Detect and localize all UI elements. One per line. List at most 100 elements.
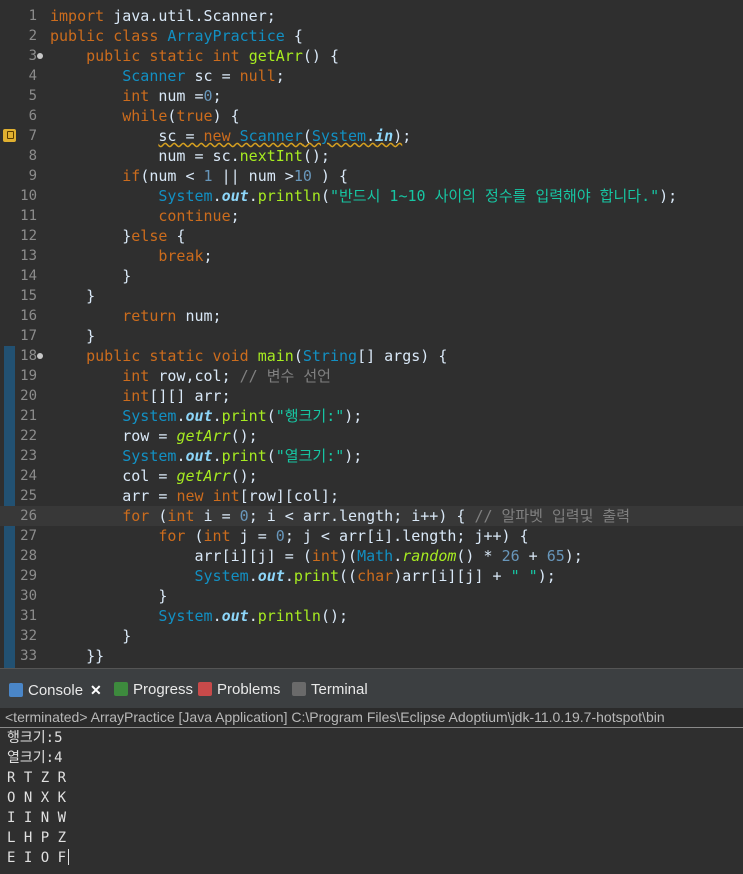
code-token: else: [131, 227, 168, 245]
code-token: "행크기:": [275, 407, 345, 425]
line-number: 14: [20, 268, 37, 284]
code-line[interactable]: 24 col = getArr();: [0, 466, 743, 486]
code-text: import java.util.Scanner;: [50, 6, 276, 26]
code-line[interactable]: 16 return num;: [0, 306, 743, 326]
code-token: for: [122, 507, 150, 525]
code-line[interactable]: 23 System.out.print("열크기:");: [0, 446, 743, 466]
code-token: main: [257, 347, 294, 365]
code-line[interactable]: 21 System.out.print("행크기:");: [0, 406, 743, 426]
line-number: 3: [28, 48, 37, 64]
code-token: () {: [302, 47, 339, 65]
code-line[interactable]: 14 }: [0, 266, 743, 286]
problems-icon: [198, 682, 212, 696]
code-line[interactable]: 10 System.out.println("반드시 1~10 사이의 정수를 …: [0, 186, 743, 206]
line-number: 24: [20, 468, 37, 484]
code-line[interactable]: 6 while(true) {: [0, 106, 743, 126]
code-token: (: [149, 507, 168, 525]
console-output[interactable]: 행크기:5 열크기:4 R T Z R O N X K I I N W L H P Z E …: [0, 728, 743, 874]
line-number: 5: [28, 88, 37, 104]
fold-toggle-icon[interactable]: [37, 53, 43, 59]
code-line[interactable]: 9 if(num < 1 || num >10 ) {: [0, 166, 743, 186]
code-line[interactable]: 31 System.out.println();: [0, 606, 743, 626]
code-line[interactable]: 22 row = getArr();: [0, 426, 743, 446]
code-token: 10: [293, 167, 312, 185]
code-line[interactable]: 18 public static void main(String[] args…: [0, 346, 743, 366]
code-line[interactable]: 25 arr = new int[row][col];: [0, 486, 743, 506]
code-token: }: [50, 227, 132, 245]
code-token: ): [393, 127, 403, 145]
code-line[interactable]: 11 continue;: [0, 206, 743, 226]
tab-console[interactable]: Console ✕: [9, 669, 102, 709]
code-line[interactable]: 17 }: [0, 326, 743, 346]
code-token: .: [393, 547, 403, 565]
console-output-text: R T Z R: [7, 770, 67, 786]
console-output-line: R T Z R: [7, 768, 66, 788]
code-line[interactable]: 3 public static int getArr() {: [0, 46, 743, 66]
code-line[interactable]: 2 public class ArrayPractice {: [0, 26, 743, 46]
code-token: continue: [158, 207, 231, 225]
line-number: 2: [28, 28, 37, 44]
code-text: System.out.println("반드시 1~10 사이의 정수를 입력해…: [50, 186, 677, 206]
line-number: 16: [20, 308, 37, 324]
code-token: );: [344, 407, 363, 425]
code-line[interactable]: 15 }: [0, 286, 743, 306]
code-line[interactable]: 13 break;: [0, 246, 743, 266]
line-number: 15: [20, 288, 37, 304]
code-token: Scanner: [239, 127, 303, 145]
code-token: ;: [212, 87, 222, 105]
code-token: int: [203, 527, 231, 545]
code-token: ();: [230, 467, 258, 485]
code-token: arr =: [50, 487, 177, 505]
code-token: [row][col];: [239, 487, 339, 505]
code-token: random: [402, 547, 457, 565]
code-token: )arr[i][j] +: [393, 567, 511, 585]
code-token: (: [266, 447, 276, 465]
code-line[interactable]: 8 num = sc.nextInt();: [0, 146, 743, 166]
code-line[interactable]: 12 }else {: [0, 226, 743, 246]
tab-terminal-label: Terminal: [311, 681, 368, 698]
code-text: }: [50, 286, 95, 306]
code-line[interactable]: 26 for (int i = 0; i < arr.length; i++) …: [0, 506, 743, 526]
code-token: Math: [357, 547, 394, 565]
code-line[interactable]: 7 sc = new Scanner(System.in);: [0, 126, 743, 146]
line-number: 10: [20, 188, 37, 204]
code-token: );: [537, 567, 556, 585]
code-editor[interactable]: 1 import java.util.Scanner; 2 public class …: [0, 0, 743, 668]
tab-problems[interactable]: Problems: [198, 669, 280, 709]
code-token: [] args) {: [357, 347, 448, 365]
code-text: int num =0;: [50, 86, 222, 106]
code-token: "반드시 1~10 사이의 정수를 입력해야 합니다.": [329, 187, 660, 205]
code-line[interactable]: 5 int num =0;: [0, 86, 743, 106]
code-token: || num >: [212, 167, 294, 185]
code-token: }: [50, 327, 96, 345]
code-text: public static void main(String[] args) {: [50, 346, 447, 366]
code-token: .: [212, 447, 222, 465]
code-token: 26: [501, 547, 520, 565]
code-line[interactable]: 33 }}: [0, 646, 743, 666]
code-line[interactable]: 20 int[][] arr;: [0, 386, 743, 406]
code-line[interactable]: 28 arr[i][j] = (int)(Math.random() * 26 …: [0, 546, 743, 566]
tab-terminal[interactable]: Terminal: [292, 669, 368, 709]
code-line[interactable]: 29 System.out.print((char)arr[i][j] + " …: [0, 566, 743, 586]
tab-progress[interactable]: Progress: [114, 669, 193, 709]
code-line[interactable]: 30 }: [0, 586, 743, 606]
code-token: arr[i][j] = (: [50, 547, 312, 565]
close-icon[interactable]: ✕: [90, 682, 102, 698]
code-line[interactable]: 1 import java.util.Scanner;: [0, 6, 743, 26]
fold-toggle-icon[interactable]: [37, 353, 43, 359]
line-number: 25: [20, 488, 37, 504]
code-text: col = getArr();: [50, 466, 258, 486]
code-line[interactable]: 4 Scanner sc = null;: [0, 66, 743, 86]
bottom-panel-tabbar: Console ✕ Progress Problems Terminal: [0, 668, 743, 708]
code-text: Scanner sc = null;: [50, 66, 285, 86]
code-token: null: [239, 67, 276, 85]
console-output-line: 열크기:4: [7, 748, 63, 768]
code-text: row = getArr();: [50, 426, 257, 446]
code-token: int: [122, 367, 150, 385]
code-line[interactable]: 19 int row,col; // 변수 선언: [0, 366, 743, 386]
code-line[interactable]: 32 }: [0, 626, 743, 646]
code-line[interactable]: 27 for (int j = 0; j < arr[i].length; j+…: [0, 526, 743, 546]
